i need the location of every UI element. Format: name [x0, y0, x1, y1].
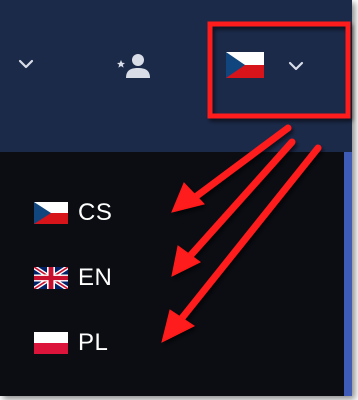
language-option-pl[interactable]: PL	[34, 326, 144, 360]
czech-flag-icon	[226, 52, 264, 78]
language-option-en[interactable]: EN	[34, 261, 144, 295]
language-code-label: CS	[78, 199, 113, 226]
language-code-label: PL	[78, 329, 109, 356]
header-bar	[0, 0, 352, 152]
language-option-cs[interactable]: CS	[34, 196, 144, 230]
uk-flag-icon	[34, 267, 68, 289]
language-dropdown-menu: CS EN PL	[0, 152, 344, 396]
app-frame: CS EN PL	[0, 0, 352, 396]
language-code-label: EN	[78, 264, 113, 291]
czech-flag-icon	[34, 202, 68, 224]
chevron-down-icon	[288, 61, 304, 71]
poland-flag-icon	[34, 332, 68, 354]
content-edge-strip	[344, 152, 352, 396]
language-selector-button[interactable]	[206, 22, 350, 114]
add-user-icon[interactable]	[114, 51, 154, 81]
chevron-down-icon[interactable]	[16, 56, 36, 72]
